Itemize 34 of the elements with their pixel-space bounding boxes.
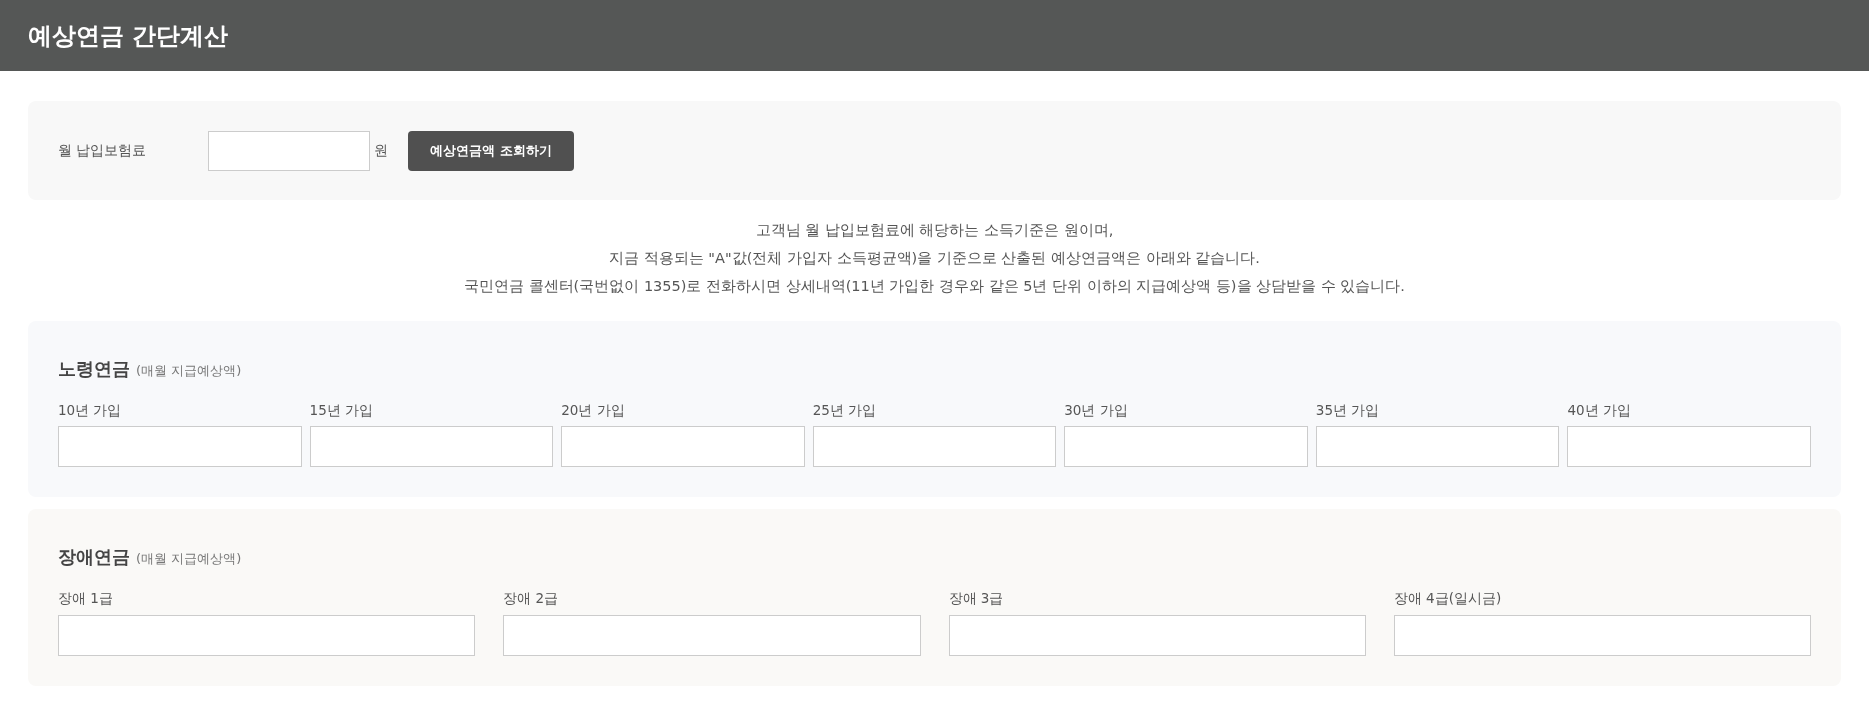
field-label: 장애 3급 bbox=[948, 589, 1005, 609]
field-label: 35년 가입 bbox=[1315, 401, 1381, 420]
field-label: 장애 2급 bbox=[503, 589, 560, 609]
amount-field[interactable] bbox=[1567, 426, 1811, 468]
amount-field[interactable] bbox=[309, 426, 554, 468]
notice-text: 국민연금 콜센터(국번없이 1355)로 전화하시면 상세내역(11년 가입한 경우와 같은 5년 단위 이하의 지급예상액 등)을 상담받을 수 있습니다. bbox=[464, 277, 1405, 296]
field-label: 30년 가입 bbox=[1064, 401, 1129, 420]
amount-field[interactable] bbox=[812, 426, 1057, 468]
notice-text: 고객님 월 납입보험료에 해당하는 소득기준은 원이며, bbox=[755, 221, 1114, 240]
amount-field[interactable] bbox=[1393, 614, 1811, 656]
field-label: 25년 가입 bbox=[812, 401, 878, 420]
field-label: 월 납입보험료 bbox=[58, 141, 148, 160]
notice-text: 지금 적용되는 "A"값(전체 가입자 소득평균액)을 기준으로 산출된 예상연금액은 아래와 같습니다. bbox=[609, 249, 1260, 268]
amount-field[interactable] bbox=[1315, 426, 1560, 468]
section-title: 노령연금 bbox=[58, 357, 130, 381]
field-label: 40년 가입 bbox=[1567, 401, 1632, 420]
section-subtitle: (매월 지급예상액) bbox=[136, 550, 242, 569]
field-label: 20년 가입 bbox=[561, 401, 626, 420]
section-subtitle: (매월 지급예상액) bbox=[136, 362, 242, 380]
section-title: 장애연금 bbox=[58, 545, 130, 570]
amount-field[interactable] bbox=[58, 426, 302, 468]
unit-label: 원 bbox=[374, 141, 388, 160]
field-label: 장애 4급(일시금) bbox=[1393, 589, 1503, 609]
page-title: 예상연금 간단계산 bbox=[28, 20, 229, 52]
field-label: 10년 가입 bbox=[58, 401, 123, 420]
amount-field[interactable] bbox=[948, 614, 1366, 656]
amount-field[interactable] bbox=[503, 614, 921, 656]
premium-input[interactable] bbox=[208, 130, 370, 171]
amount-field[interactable] bbox=[1064, 426, 1308, 468]
field-label: 15년 가입 bbox=[309, 401, 375, 420]
amount-field[interactable] bbox=[561, 426, 805, 468]
amount-field[interactable] bbox=[58, 614, 476, 656]
lookup-button[interactable]: 예상연금액 조회하기 bbox=[408, 130, 574, 171]
field-label: 장애 1급 bbox=[58, 589, 114, 609]
